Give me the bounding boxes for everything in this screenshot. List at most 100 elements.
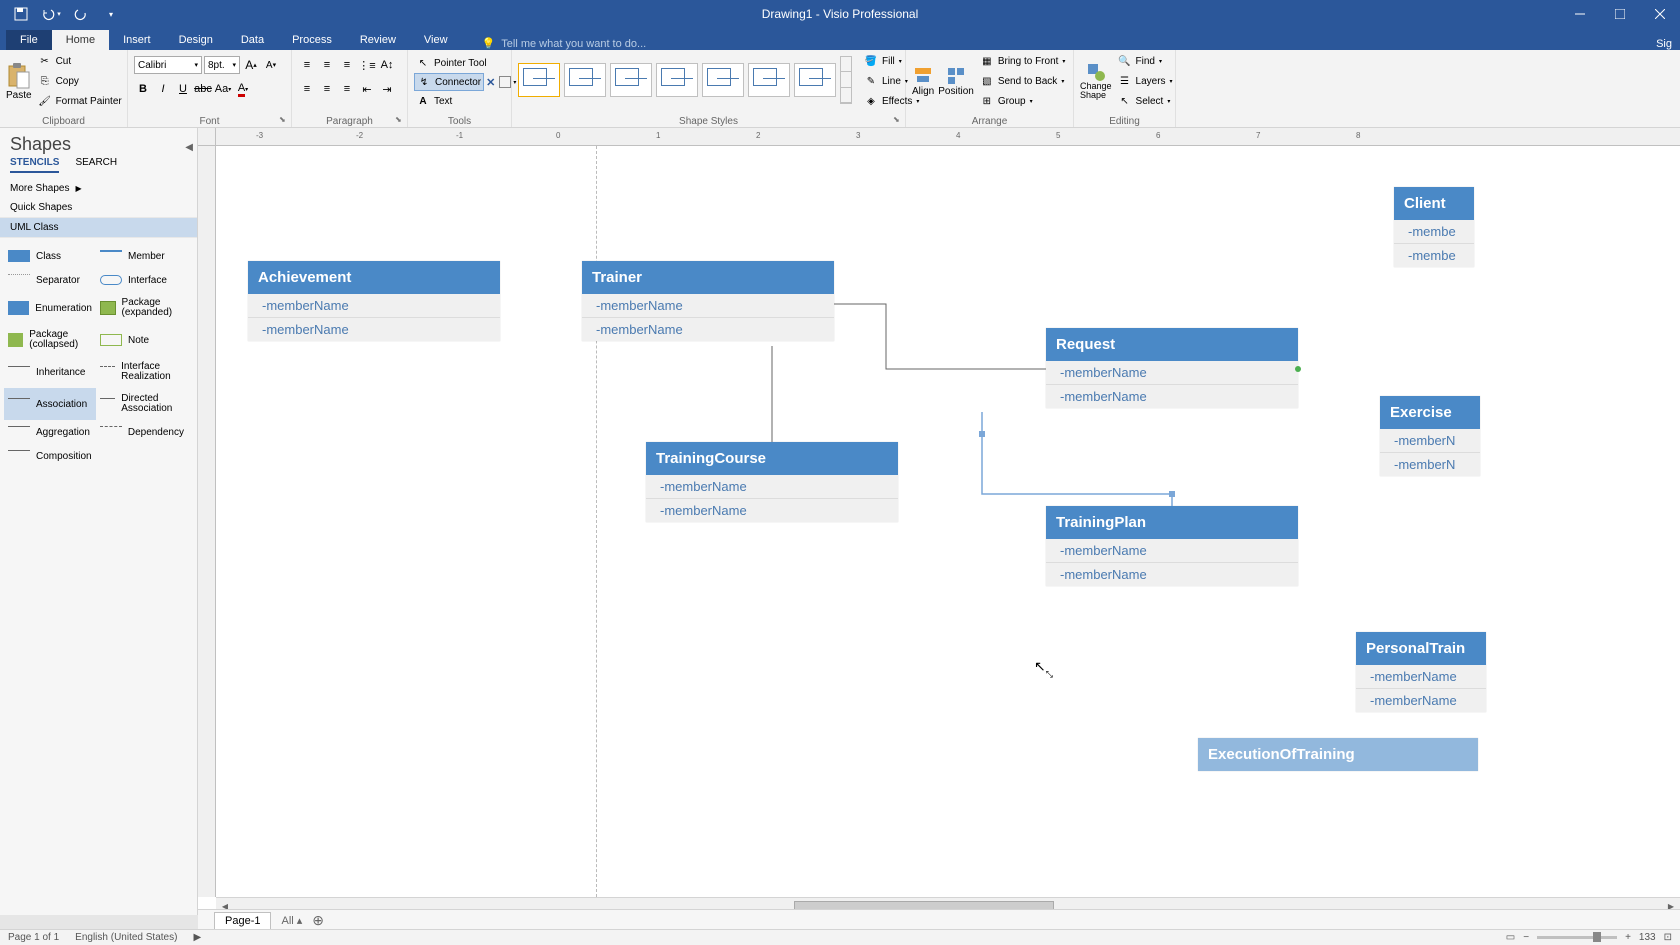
zoom-out-button[interactable]: −	[1523, 932, 1529, 943]
shape-package-expanded[interactable]: Package (expanded)	[96, 292, 188, 324]
tab-file[interactable]: File	[6, 30, 52, 50]
qat-customize[interactable]: ▾	[100, 3, 122, 25]
shape-separator[interactable]: Separator	[4, 268, 96, 292]
shape-association[interactable]: Association	[4, 388, 96, 420]
shape-directed-association[interactable]: Directed Association	[96, 388, 188, 420]
shape-inheritance[interactable]: Inheritance	[4, 356, 96, 388]
font-dialog-launcher[interactable]: ⬊	[279, 115, 289, 125]
shape-member[interactable]: Member	[96, 244, 188, 268]
presentation-mode-button[interactable]: ▭	[1506, 932, 1515, 943]
shape-class[interactable]: Class	[4, 244, 96, 268]
connection-point[interactable]	[1295, 366, 1301, 372]
tab-view[interactable]: View	[410, 30, 462, 50]
group-button[interactable]: ⊞Group▾	[978, 92, 1068, 110]
uml-request[interactable]: Request -memberName -memberName	[1046, 328, 1298, 408]
shape-interface[interactable]: Interface	[96, 268, 188, 292]
shape-aggregation[interactable]: Aggregation	[4, 420, 96, 444]
style-option-6[interactable]	[748, 63, 790, 97]
align-middle-button[interactable]: ≡	[318, 56, 336, 74]
tab-design[interactable]: Design	[165, 30, 227, 50]
stencils-tab[interactable]: STENCILS	[10, 157, 59, 173]
zoom-in-button[interactable]: +	[1625, 932, 1631, 943]
shape-package-collapsed[interactable]: Package (collapsed)	[4, 324, 96, 356]
redo-button[interactable]	[70, 3, 92, 25]
font-size-combo[interactable]: 8pt.▾	[204, 56, 240, 74]
align-top-button[interactable]: ≡	[298, 56, 316, 74]
uml-achievement[interactable]: Achievement -memberName -memberName	[248, 261, 500, 341]
close-button[interactable]	[1640, 0, 1680, 28]
layers-button[interactable]: ☰Layers▾	[1116, 72, 1175, 90]
macro-icon[interactable]: ▶	[193, 932, 201, 943]
align-left-button[interactable]: ≡	[298, 80, 316, 98]
search-tab[interactable]: SEARCH	[75, 157, 117, 173]
language-indicator[interactable]: English (United States)	[75, 932, 177, 943]
align-center-button[interactable]: ≡	[318, 80, 336, 98]
save-button[interactable]	[10, 3, 32, 25]
decrease-indent-button[interactable]: ⇤	[358, 80, 376, 98]
shape-dependency[interactable]: Dependency	[96, 420, 188, 444]
page-tab-1[interactable]: Page-1	[214, 912, 271, 929]
rectangle-tool-button[interactable]	[499, 76, 511, 88]
uml-trainingplan[interactable]: TrainingPlan -memberName -memberName	[1046, 506, 1298, 586]
align-right-button[interactable]: ≡	[338, 80, 356, 98]
position-button[interactable]: Position	[938, 52, 974, 110]
connector-tool-button[interactable]: ↯Connector	[414, 73, 484, 91]
sign-in[interactable]: Sig	[1656, 38, 1672, 50]
font-name-combo[interactable]: Calibri▾	[134, 56, 202, 74]
more-shapes-button[interactable]: More Shapes▶	[0, 173, 197, 198]
font-color-button[interactable]: A▾	[234, 80, 252, 98]
text-tool-button[interactable]: AText	[414, 92, 454, 110]
drawing-canvas[interactable]: Achievement -memberName -memberName Trai…	[216, 146, 1680, 897]
pointer-tool-button[interactable]: ↖Pointer Tool	[414, 54, 489, 72]
maximize-button[interactable]	[1600, 0, 1640, 28]
change-shape-button[interactable]: Change Shape	[1080, 52, 1112, 110]
bring-front-button[interactable]: ▦Bring to Front▾	[978, 52, 1068, 70]
style-option-5[interactable]	[702, 63, 744, 97]
strikethrough-button[interactable]: abc	[194, 80, 212, 98]
style-option-1[interactable]	[518, 63, 560, 97]
text-direction-button[interactable]: A↕	[378, 56, 396, 74]
tab-insert[interactable]: Insert	[109, 30, 165, 50]
uml-class-stencil[interactable]: UML Class	[0, 218, 197, 238]
grow-font-button[interactable]: A▴	[242, 56, 260, 74]
uml-exercise[interactable]: Exercise -memberN -memberN	[1380, 396, 1480, 476]
tab-data[interactable]: Data	[227, 30, 278, 50]
case-button[interactable]: Aa▾	[214, 80, 232, 98]
paste-button[interactable]: Paste	[6, 52, 32, 110]
shape-note[interactable]: Note	[96, 324, 188, 356]
send-back-button[interactable]: ▧Send to Back▾	[978, 72, 1068, 90]
uml-personaltrain[interactable]: PersonalTrain -memberName -memberName	[1356, 632, 1486, 712]
tell-me-search[interactable]: 💡Tell me what you want to do...	[482, 37, 647, 50]
tab-home[interactable]: Home	[52, 30, 109, 50]
uml-trainingcourse[interactable]: TrainingCourse -memberName -memberName	[646, 442, 898, 522]
select-button[interactable]: ↖Select▾	[1116, 92, 1175, 110]
find-button[interactable]: 🔍Find▾	[1116, 52, 1175, 70]
fit-page-button[interactable]: ⊡	[1664, 932, 1672, 943]
collapse-panel-button[interactable]: ◀	[185, 142, 193, 153]
italic-button[interactable]: I	[154, 80, 172, 98]
undo-button[interactable]: ▾	[40, 3, 62, 25]
shrink-font-button[interactable]: A▾	[262, 56, 280, 74]
quick-shapes-item[interactable]: Quick Shapes	[0, 198, 197, 218]
style-option-3[interactable]	[610, 63, 652, 97]
cut-button[interactable]: ✂Cut	[36, 52, 124, 70]
align-bottom-button[interactable]: ≡	[338, 56, 356, 74]
all-pages-button[interactable]: All ▴	[281, 914, 302, 927]
bullets-button[interactable]: ⋮≡	[358, 56, 376, 74]
add-page-button[interactable]: ⊕	[312, 912, 324, 929]
tab-process[interactable]: Process	[278, 30, 346, 50]
styles-dialog-launcher[interactable]: ⬊	[893, 115, 903, 125]
uml-trainer[interactable]: Trainer -memberName -memberName	[582, 261, 834, 341]
uml-execution[interactable]: ExecutionOfTraining	[1198, 738, 1478, 771]
copy-button[interactable]: ⎘Copy	[36, 72, 124, 90]
bold-button[interactable]: B	[134, 80, 152, 98]
shape-enumeration[interactable]: Enumeration	[4, 292, 96, 324]
style-option-4[interactable]	[656, 63, 698, 97]
minimize-button[interactable]	[1560, 0, 1600, 28]
shape-interface-realization[interactable]: Interface Realization	[96, 356, 188, 388]
uml-client[interactable]: Client -membe -membe	[1394, 187, 1474, 267]
gallery-scroll[interactable]	[840, 56, 852, 104]
zoom-level[interactable]: 133	[1639, 932, 1656, 943]
style-option-2[interactable]	[564, 63, 606, 97]
close-x-icon[interactable]: ✕	[486, 76, 495, 89]
